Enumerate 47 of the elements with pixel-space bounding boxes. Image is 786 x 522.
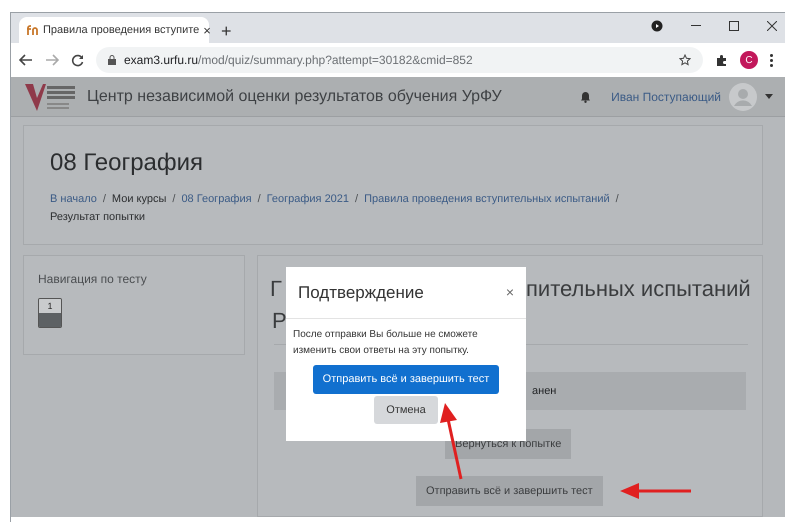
- lock-icon: [108, 55, 116, 65]
- breadcrumb-separator: /: [172, 193, 176, 205]
- question-button[interactable]: 1: [38, 298, 62, 328]
- tab-title: Правила проведения вступите: [43, 22, 200, 38]
- table-cell-text: анен: [532, 384, 556, 399]
- user-name[interactable]: Иван Поступающий: [611, 88, 721, 106]
- cancel-button[interactable]: Отмена: [374, 396, 438, 424]
- breadcrumb-separator: /: [258, 193, 261, 205]
- heading-fragment: Г: [270, 275, 282, 303]
- maximize-icon[interactable]: [729, 21, 739, 31]
- heading-fragment: пительных испытаний: [526, 275, 751, 303]
- puzzle-icon[interactable]: [715, 54, 728, 66]
- breadcrumb-link[interactable]: В начало: [50, 193, 97, 205]
- dialog-message: После отправки Вы больше не сможете изменить свои ответы на эту попытку.: [292, 328, 479, 358]
- submit-all-button[interactable]: Отправить всё и завершить тест: [416, 476, 603, 506]
- heading-fragment: Р: [272, 307, 287, 335]
- course-heading: 08 География: [50, 148, 204, 178]
- breadcrumb-text: Результат попытки: [50, 211, 146, 223]
- star-icon[interactable]: [679, 54, 691, 66]
- bell-icon[interactable]: [580, 90, 592, 102]
- breadcrumb-separator: /: [616, 193, 619, 205]
- address-bar[interactable]: exam3.urfu.ru/mod/quiz/summary.php?attempt=30182&cmid=852: [96, 47, 703, 73]
- annotation-arrow: [620, 483, 691, 499]
- new-tab-button[interactable]: +: [221, 22, 232, 40]
- close-button[interactable]: ×: [506, 282, 514, 303]
- media-icon[interactable]: [651, 20, 663, 32]
- confirm-submit-button[interactable]: Отправить всё и завершить тест: [312, 365, 500, 394]
- breadcrumb-text: Мои курсы: [112, 193, 166, 205]
- back-icon[interactable]: [19, 54, 33, 66]
- close-icon[interactable]: [767, 21, 777, 31]
- breadcrumb-separator: /: [355, 193, 358, 205]
- site-title[interactable]: Центр независимой оценки результатов обучения УрФУ: [87, 84, 502, 108]
- profile-avatar[interactable]: C: [740, 51, 758, 69]
- reload-icon[interactable]: [71, 54, 84, 66]
- browser-tab[interactable]: Правила проведения вступите ×: [19, 17, 209, 43]
- dialog-title: Подтверждение: [298, 282, 424, 304]
- menu-icon[interactable]: [770, 54, 773, 66]
- minimize-icon[interactable]: [691, 25, 701, 27]
- caret-icon[interactable]: [765, 94, 773, 99]
- url-text: exam3.urfu.ru/mod/quiz/summary.php?attempt=30182&cmid=852: [124, 52, 473, 69]
- breadcrumb-link[interactable]: 08 География: [181, 193, 252, 205]
- navigation-title: Навигация по тесту: [38, 271, 148, 288]
- tab-close-button[interactable]: ×: [203, 24, 211, 36]
- breadcrumb-separator: /: [102, 193, 106, 205]
- breadcrumb-link[interactable]: Правила проведения вступительных испытаний: [364, 193, 610, 205]
- favicon-icon: [27, 25, 39, 35]
- breadcrumb-link[interactable]: География 2021: [266, 193, 350, 205]
